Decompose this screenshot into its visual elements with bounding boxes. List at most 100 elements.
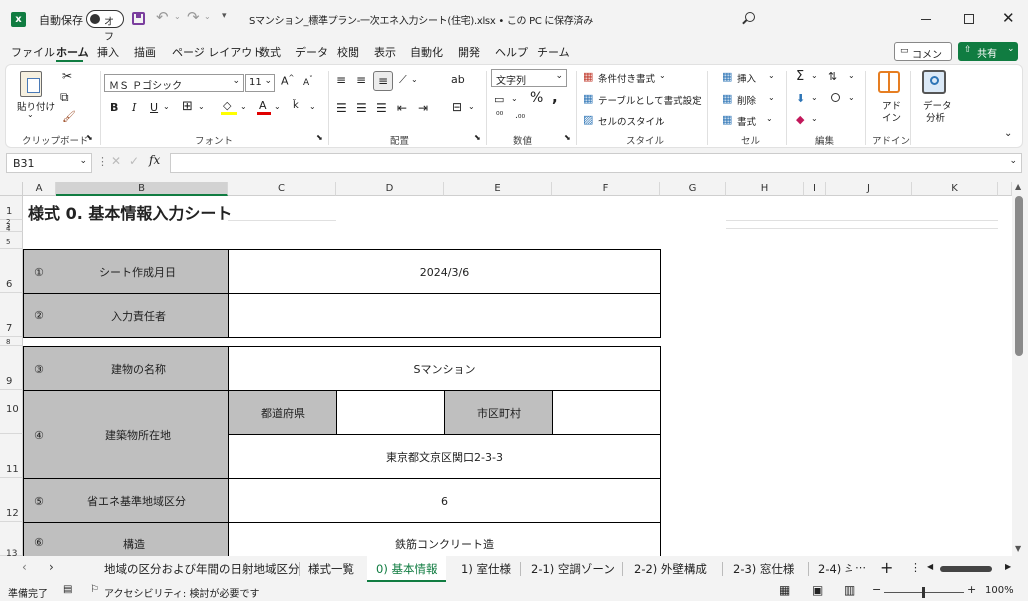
menu-automate[interactable]: 自動化 — [410, 44, 443, 60]
sheet-tab[interactable]: 2-2) 外壁構成 — [634, 561, 707, 577]
find-dropdown-icon[interactable]: ⌄ — [848, 93, 855, 102]
scroll-up-icon[interactable]: ▲ — [1015, 182, 1021, 191]
alignment-launcher-icon[interactable]: ⬊ — [474, 133, 481, 142]
select-all-corner[interactable] — [0, 182, 23, 196]
format-cells-dropdown-icon[interactable]: ⌄ — [766, 114, 773, 123]
format-as-table-dropdown-icon[interactable]: ⌄ — [692, 93, 699, 102]
delete-cells-button[interactable]: 削除 — [737, 93, 756, 107]
increase-decimal-icon[interactable]: ⁰⁰ — [496, 111, 503, 121]
page-layout-view-icon[interactable]: ▣ — [812, 583, 823, 597]
row-header[interactable]: 7 — [0, 293, 23, 337]
row-header[interactable]: 12 — [0, 478, 23, 522]
column-header[interactable]: A — [23, 182, 56, 196]
row3-value-cell[interactable]: Sマンション — [228, 346, 661, 391]
analyze-data-label-2[interactable]: 分析 — [926, 110, 945, 124]
scroll-thumb[interactable] — [1015, 196, 1023, 356]
redo-icon[interactable]: ↷ — [187, 8, 200, 26]
align-left-icon[interactable]: ☰ — [336, 101, 347, 115]
wrap-text-icon[interactable]: ab — [451, 73, 465, 86]
more-sheets-icon[interactable]: ⋯ — [855, 561, 866, 574]
font-name-select[interactable]: ＭＳ Ｐゴシック ⌄ — [104, 74, 244, 92]
number-launcher-icon[interactable]: ⬊ — [564, 133, 571, 142]
menu-developer[interactable]: 開発 — [458, 44, 480, 60]
vertical-scrollbar[interactable]: ▲ ▼ — [1012, 182, 1028, 556]
menu-home[interactable]: ホーム — [56, 44, 89, 60]
row4-number-cell[interactable]: ④ 建築物所在地 — [23, 390, 229, 479]
redo-dropdown-icon[interactable]: ⌄ — [204, 12, 211, 21]
italic-icon[interactable]: I — [132, 101, 136, 114]
row1-number-cell[interactable]: ① シート作成月日 — [23, 249, 229, 294]
clear-dropdown-icon[interactable]: ⌄ — [811, 114, 818, 123]
column-header[interactable]: D — [336, 182, 444, 196]
column-header[interactable]: G — [660, 182, 726, 196]
accounting-icon[interactable]: ▭ — [494, 93, 504, 106]
clipboard-launcher-icon[interactable]: ⬊ — [86, 133, 93, 142]
increase-indent-icon[interactable]: ⇥ — [418, 101, 428, 115]
paste-dropdown-icon[interactable]: ⌄ — [27, 110, 34, 119]
row-header[interactable]: 9 — [0, 346, 23, 390]
hscroll-left-icon[interactable]: ◀ — [927, 562, 933, 571]
cell-styles-dropdown-icon[interactable]: ⌄ — [657, 114, 664, 123]
zoom-out-icon[interactable]: − — [872, 583, 881, 596]
row-header[interactable]: 5 — [0, 232, 23, 249]
addins-icon[interactable] — [878, 71, 900, 93]
close-icon[interactable]: ✕ — [1002, 9, 1015, 27]
autosum-icon[interactable]: Σ — [796, 69, 804, 84]
cell-styles-button[interactable]: セルのスタイル — [598, 114, 665, 128]
orientation-dropdown-icon[interactable]: ⌄ — [411, 75, 418, 84]
column-header[interactable]: C — [228, 182, 336, 196]
file-title[interactable]: Sマンション_標準プラン-一次エネ入力シート(住宅).xlsx • この PC … — [249, 12, 593, 27]
align-top-icon[interactable]: ≡ — [336, 73, 346, 87]
minimize-icon[interactable] — [921, 19, 931, 20]
font-size-select[interactable]: 11 ⌄ — [245, 74, 275, 92]
name-box[interactable]: B31 ⌄ — [6, 153, 92, 173]
sheet-title[interactable]: 様式 0. 基本情報入力シート — [28, 200, 232, 224]
delete-cells-dropdown-icon[interactable]: ⌄ — [768, 93, 775, 102]
zoom-in-icon[interactable]: + — [967, 583, 976, 596]
undo-dropdown-icon[interactable]: ⌄ — [174, 12, 181, 21]
column-header[interactable]: J — [826, 182, 912, 196]
row1-value-cell[interactable]: 2024/3/6 — [228, 249, 661, 294]
column-header[interactable]: H — [726, 182, 804, 196]
font-color-icon[interactable]: A — [257, 98, 271, 115]
insert-function-icon[interactable]: fx — [149, 153, 160, 167]
active-sheet-tab[interactable]: 0) 基本情報 — [367, 556, 446, 582]
clear-icon[interactable]: ◆ — [796, 113, 804, 126]
sheet-tab[interactable]: 様式一覧 — [308, 561, 354, 577]
undo-icon[interactable]: ↶ — [156, 8, 169, 26]
prefecture-value-cell[interactable] — [336, 390, 445, 435]
font-launcher-icon[interactable]: ⬊ — [316, 133, 323, 142]
format-cells-button[interactable]: 書式 — [737, 114, 756, 128]
paste-icon[interactable] — [20, 71, 42, 97]
prev-sheet-icon[interactable]: ‹ — [22, 560, 27, 574]
conditional-format-dropdown-icon[interactable]: ⌄ — [659, 71, 666, 80]
border-dropdown-icon[interactable]: ⌄ — [198, 102, 205, 111]
hscroll-right-icon[interactable]: ▶ — [1005, 562, 1011, 571]
fill-color-icon[interactable]: ◇ — [221, 98, 237, 115]
align-right-icon[interactable]: ☰ — [376, 101, 387, 115]
row-header[interactable]: 1 — [0, 196, 23, 220]
city-label-cell[interactable]: 市区町村 — [444, 390, 553, 435]
analyze-data-icon[interactable] — [922, 70, 946, 94]
horizontal-scrollbar[interactable]: ◀ ▶ — [925, 562, 1017, 576]
zoom-slider-thumb[interactable] — [922, 587, 925, 598]
row6-value-cell[interactable]: 鉄筋コンクリート造 — [228, 522, 661, 556]
paste-label[interactable]: 貼り付け — [17, 99, 55, 113]
comma-icon[interactable]: , — [552, 88, 558, 106]
row-header[interactable]: 11 — [0, 434, 23, 478]
column-header[interactable]: K — [912, 182, 998, 196]
bold-icon[interactable]: B — [110, 101, 118, 114]
insert-cells-dropdown-icon[interactable]: ⌄ — [768, 71, 775, 80]
row2-value-cell[interactable] — [228, 293, 661, 338]
accessibility-status[interactable]: アクセシビリティ: 検討が必要です — [104, 585, 259, 600]
cancel-formula-icon[interactable]: ✕ — [111, 154, 121, 168]
save-icon[interactable] — [132, 12, 145, 25]
font-color-dropdown-icon[interactable]: ⌄ — [274, 102, 281, 111]
worksheet[interactable]: A B C D E F G H I J K 1 2 3 4 5 6 7 8 9 … — [0, 182, 1028, 556]
row-header[interactable]: 10 — [0, 390, 23, 434]
row3-number-cell[interactable]: ③ 建物の名称 — [23, 346, 229, 391]
next-sheet-icon[interactable]: › — [49, 560, 54, 574]
underline-icon[interactable]: U — [150, 101, 158, 114]
tabs-options-icon[interactable]: ⋮ — [910, 561, 921, 574]
collapse-ribbon-icon[interactable]: ⌄ — [1004, 128, 1012, 139]
